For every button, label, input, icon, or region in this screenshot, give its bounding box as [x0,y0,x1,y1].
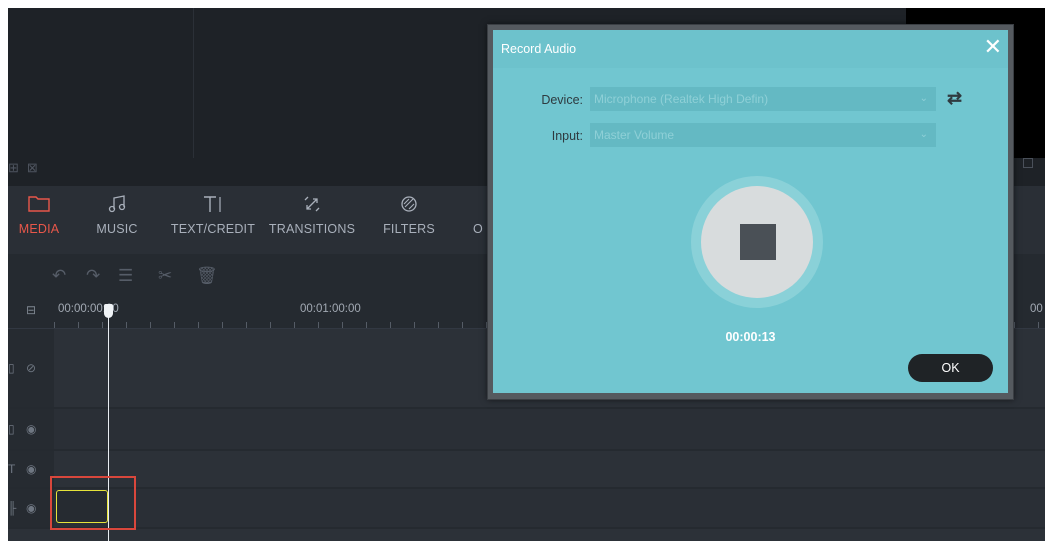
device-value: Microphone (Realtek High Defin) [594,92,769,106]
chevron-down-icon: ⌄ [919,93,928,104]
input-label: Input: [551,129,583,143]
tab-label: O [473,222,483,236]
dialog-title: Record Audio [501,42,577,56]
recording-timer: 00:00:13 [725,330,776,344]
hide-icon[interactable]: ⊘ [26,361,36,375]
tab-overlays[interactable]: O [468,194,488,236]
chevron-down-icon: ⌄ [919,129,928,140]
tab-media[interactable]: MEDIA [14,194,64,236]
delete-icon[interactable]: 🗑 [196,266,218,286]
record-audio-dialog: Record Audio ✕ Device: Microphone (Realt… [487,24,1014,400]
playhead-handle[interactable] [104,304,113,318]
dialog-titlebar: Record Audio ✕ [493,30,1008,68]
tab-music[interactable]: MUSIC [92,194,142,236]
timecode-label: 00 [1030,303,1043,315]
music-note-icon [92,194,142,216]
tab-label: FILTERS [383,222,435,236]
filters-icon [380,194,438,216]
undo-icon[interactable]: ↶ [52,266,66,286]
cut-icon[interactable]: ✂ [158,266,172,286]
close-icon[interactable]: ✕ [984,36,1002,58]
visibility-icon[interactable]: ◉ [26,501,36,515]
audio-track-icon: ╟ [8,501,17,515]
annotation-highlight-box [50,476,136,530]
pip-track-icon: ▯ [8,422,15,436]
tab-label: TEXT/CREDIT [170,222,256,236]
redo-icon[interactable]: ↷ [86,266,100,286]
dialog-body: Device: Microphone (Realtek High Defin) … [493,68,1008,393]
visibility-icon[interactable]: ◉ [26,462,36,476]
text-track-icon: T [8,462,16,476]
device-select[interactable]: Microphone (Realtek High Defin) ⌄ [590,87,936,111]
transitions-icon [266,194,358,216]
tab-filters[interactable]: FILTERS [380,194,438,236]
tab-transitions[interactable]: TRANSITIONS [266,194,358,236]
text-icon [170,194,256,216]
tab-text-credit[interactable]: TEXT/CREDIT [170,194,256,236]
folder-icon [14,194,64,216]
text-track[interactable]: T ◉ [8,451,1045,487]
timecode-label: 00:01:00:00 [300,303,361,315]
device-label: Device: [541,93,583,107]
library-actions: ⊞ ⊠ [8,160,46,176]
pip-track[interactable]: ▯ ◉ [8,409,1045,449]
input-value: Master Volume [594,128,675,142]
refresh-icon[interactable]: ⇄ [947,88,962,109]
track-header: ▯ ⊘ [8,329,54,407]
adjust-icon[interactable]: ☰ [118,266,133,286]
track-header: ▯ ◉ [8,409,54,449]
tab-label: MUSIC [96,222,138,236]
track-header: T ◉ [8,451,54,487]
audio-track[interactable]: ╟ ◉ [8,489,1045,527]
fullscreen-icon[interactable] [1023,158,1033,168]
preview-divider [193,8,194,158]
snap-icon[interactable]: ⊟ [26,303,36,317]
track-header: ╟ ◉ [8,489,54,527]
extra-track [8,529,1045,541]
record-button-ring [691,176,823,308]
visibility-icon[interactable]: ◉ [26,422,36,436]
tab-label: TRANSITIONS [268,222,356,236]
add-folder-icon[interactable]: ⊞ [8,160,19,175]
video-track-icon: ▯ [8,361,15,375]
stop-icon [740,224,776,260]
input-select[interactable]: Master Volume ⌄ [590,123,936,147]
tab-label: MEDIA [18,222,60,236]
ok-button[interactable]: OK [908,354,993,382]
remove-folder-icon[interactable]: ⊠ [27,160,38,175]
stop-record-button[interactable] [701,186,813,298]
